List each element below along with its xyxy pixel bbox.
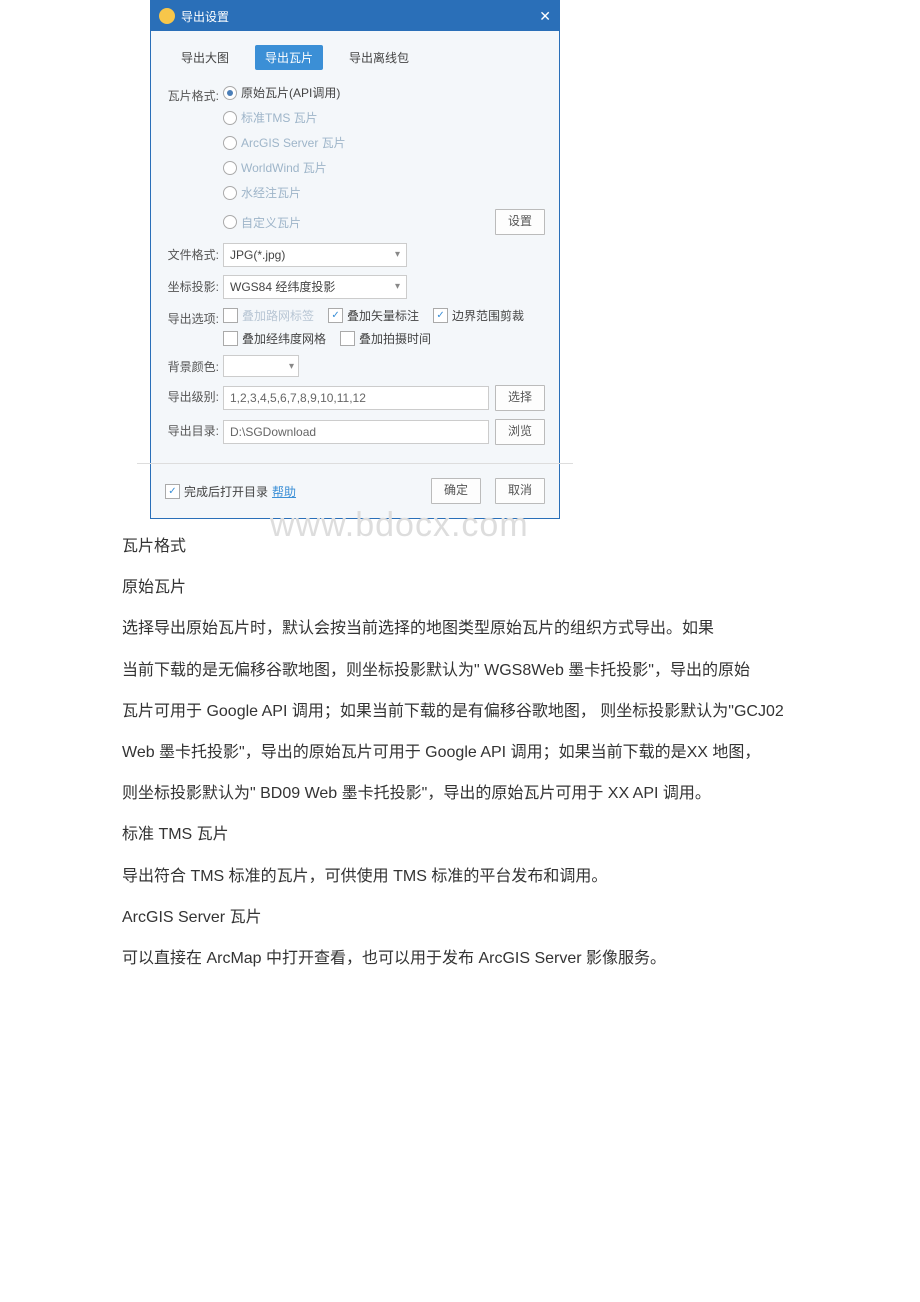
checkbox-road-label[interactable]: 叠加路网标签	[223, 307, 314, 324]
radio-icon	[223, 86, 237, 100]
radio-worldwind-tile[interactable]: WorldWind 瓦片	[223, 159, 545, 176]
projection-label: 坐标投影:	[165, 275, 223, 295]
checkbox-icon	[223, 308, 238, 323]
radio-water-tile-label: 水经注瓦片	[241, 184, 301, 201]
help-link[interactable]: 帮助	[272, 483, 296, 500]
checkbox-icon	[433, 308, 448, 323]
projection-value: WGS84 经纬度投影	[230, 276, 335, 298]
ok-button[interactable]: 确定	[431, 478, 481, 504]
para-tms-desc: 导出符合 TMS 标准的瓦片，可供使用 TMS 标准的平台发布和调用。	[90, 863, 830, 890]
tab-export-offline[interactable]: 导出离线包	[339, 45, 419, 70]
radio-worldwind-tile-label: WorldWind 瓦片	[241, 159, 327, 176]
tab-export-big-image[interactable]: 导出大图	[171, 45, 239, 70]
radio-custom-tile-label: 自定义瓦片	[241, 214, 301, 231]
checkbox-open-after[interactable]: 完成后打开目录	[165, 483, 268, 500]
file-format-select[interactable]: JPG(*.jpg) ▾	[223, 243, 407, 267]
checkbox-icon	[165, 484, 180, 499]
radio-tms-tile-label: 标准TMS 瓦片	[241, 109, 318, 126]
radio-water-tile[interactable]: 水经注瓦片	[223, 184, 545, 201]
export-settings-dialog: 导出设置 ✕ 导出大图 导出瓦片 导出离线包 瓦片格式: 原始瓦片(API调	[150, 0, 560, 519]
boundary-crop-text: 边界范围剪裁	[452, 307, 524, 324]
checkbox-icon	[328, 308, 343, 323]
checkbox-icon	[340, 331, 355, 346]
export-options-label: 导出选项:	[165, 307, 223, 327]
dialog-titlebar: 导出设置 ✕	[151, 1, 559, 31]
open-after-text: 完成后打开目录	[184, 483, 268, 500]
dialog-title: 导出设置	[181, 8, 229, 25]
output-dir-input[interactable]: D:\SGDownload	[223, 420, 489, 444]
para-tms-title: 标准 TMS 瓦片	[90, 821, 830, 848]
para-raw-tile-2: 瓦片可用于 Google API 调用；如果当前下载的是有偏移谷歌地图， 则坐标…	[90, 698, 830, 725]
tile-format-settings-button[interactable]: 设置	[495, 209, 545, 235]
radio-arcgis-tile-label: ArcGIS Server 瓦片	[241, 134, 346, 151]
app-icon	[159, 8, 175, 24]
checkbox-boundary-crop[interactable]: 边界范围剪裁	[433, 307, 524, 324]
radio-icon	[223, 215, 237, 229]
radio-raw-tile-label: 原始瓦片(API调用)	[241, 84, 340, 101]
close-icon[interactable]: ✕	[539, 8, 551, 25]
checkbox-shoot-time[interactable]: 叠加拍摄时间	[340, 330, 431, 347]
checkbox-vector-label[interactable]: 叠加矢量标注	[328, 307, 419, 324]
file-format-value: JPG(*.jpg)	[230, 244, 285, 266]
lonlat-grid-text: 叠加经纬度网格	[242, 330, 326, 347]
radio-icon	[223, 161, 237, 175]
radio-raw-tile[interactable]: 原始瓦片(API调用)	[223, 84, 545, 101]
chevron-down-icon: ▾	[395, 276, 400, 298]
article-body: 瓦片格式 原始瓦片 选择导出原始瓦片时，默认会按当前选择的地图类型原始瓦片的组织…	[90, 533, 830, 972]
radio-custom-tile[interactable]: 自定义瓦片	[223, 209, 301, 235]
checkbox-lonlat-grid[interactable]: 叠加经纬度网格	[223, 330, 326, 347]
bg-color-picker[interactable]: ▾	[223, 355, 299, 377]
select-levels-button[interactable]: 选择	[495, 385, 545, 411]
output-dir-label: 导出目录:	[165, 419, 223, 439]
bg-color-label: 背景颜色:	[165, 355, 223, 375]
chevron-down-icon: ▾	[289, 361, 294, 372]
tab-export-tiles[interactable]: 导出瓦片	[255, 45, 323, 70]
vector-label-text: 叠加矢量标注	[347, 307, 419, 324]
shoot-time-text: 叠加拍摄时间	[359, 330, 431, 347]
cancel-button[interactable]: 取消	[495, 478, 545, 504]
browse-button[interactable]: 浏览	[495, 419, 545, 445]
para-raw-tile-title: 原始瓦片	[90, 574, 830, 601]
para-raw-tile-2b: Web 墨卡托投影"，导出的原始瓦片可用于 Google API 调用；如果当前…	[90, 739, 830, 766]
file-format-label: 文件格式:	[165, 243, 223, 263]
radio-icon	[223, 111, 237, 125]
para-arcgis-title: ArcGIS Server 瓦片	[90, 904, 830, 931]
road-label-text: 叠加路网标签	[242, 307, 314, 324]
para-raw-tile-1: 选择导出原始瓦片时，默认会按当前选择的地图类型原始瓦片的组织方式导出。如果	[90, 615, 830, 642]
radio-icon	[223, 136, 237, 150]
projection-select[interactable]: WGS84 经纬度投影 ▾	[223, 275, 407, 299]
para-raw-tile-3: 则坐标投影默认为" BD09 Web 墨卡托投影"，导出的原始瓦片可用于 XX …	[90, 780, 830, 807]
export-levels-input[interactable]: 1,2,3,4,5,6,7,8,9,10,11,12	[223, 386, 489, 410]
para-tile-format-title: 瓦片格式	[90, 533, 830, 560]
radio-icon	[223, 186, 237, 200]
checkbox-icon	[223, 331, 238, 346]
export-levels-label: 导出级别:	[165, 385, 223, 405]
tile-format-label: 瓦片格式:	[165, 84, 223, 104]
radio-tms-tile[interactable]: 标准TMS 瓦片	[223, 109, 545, 126]
chevron-down-icon: ▾	[395, 244, 400, 266]
para-arcgis-desc: 可以直接在 ArcMap 中打开查看，也可以用于发布 ArcGIS Server…	[90, 945, 830, 972]
radio-arcgis-tile[interactable]: ArcGIS Server 瓦片	[223, 134, 545, 151]
para-raw-tile-1b: 当前下载的是无偏移谷歌地图，则坐标投影默认为" WGS8Web 墨卡托投影"，导…	[90, 657, 830, 684]
